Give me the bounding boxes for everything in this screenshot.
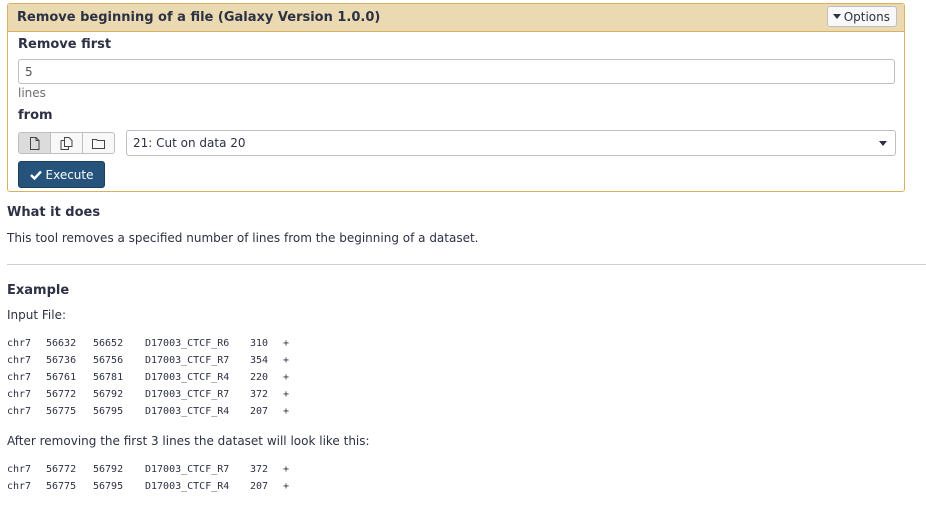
files-icon	[60, 136, 73, 150]
table-row: chr7 56772 56792 D17003_CTCF_R7 372 +	[7, 464, 290, 475]
options-button[interactable]: Options	[826, 6, 897, 27]
what-it-does-heading: What it does	[7, 205, 101, 220]
tool-form-panel: Remove beginning of a file (Galaxy Versi…	[7, 3, 905, 192]
table-row: chr7 56632 56652 D17003_CTCF_R6 310 +	[7, 338, 290, 349]
example-heading: Example	[7, 283, 70, 298]
tool-description: This tool removes a specified number of …	[7, 231, 479, 245]
caret-down-icon	[879, 141, 887, 146]
table-row: chr7 56775 56795 D17003_CTCF_R4 207 +	[7, 406, 290, 417]
dataset-source-buttons	[18, 132, 115, 154]
execute-label: Execute	[45, 167, 94, 182]
remove-first-input[interactable]: 5	[18, 59, 895, 84]
table-row: chr7 56772 56792 D17003_CTCF_R7 372 +	[7, 389, 290, 400]
collection-button[interactable]	[82, 132, 115, 154]
input-file-label: Input File:	[7, 308, 67, 322]
remove-first-help: lines	[18, 86, 46, 100]
options-label: Options	[843, 9, 890, 24]
table-row: chr7 56736 56756 D17003_CTCF_R7 354 +	[7, 355, 290, 366]
after-removing-label: After removing the first 3 lines the dat…	[7, 434, 370, 448]
dataset-select[interactable]: 21: Cut on data 20	[126, 130, 896, 156]
help-divider	[7, 264, 926, 265]
folder-icon	[92, 138, 105, 149]
caret-down-icon	[832, 14, 841, 19]
table-row: chr7 56761 56781 D17003_CTCF_R4 220 +	[7, 372, 290, 383]
file-icon	[30, 136, 40, 150]
from-label: from	[18, 108, 53, 123]
multiple-datasets-button[interactable]	[50, 132, 83, 154]
input-file-block: chr7 56632 56652 D17003_CTCF_R6 310 + chr7 567…	[7, 335, 295, 420]
execute-button[interactable]: Execute	[18, 161, 105, 188]
tool-title: Remove beginning of a file (Galaxy Versi…	[17, 10, 381, 25]
table-row: chr7 56775 56795 D17003_CTCF_R4 207 +	[7, 481, 290, 492]
dataset-select-value: 21: Cut on data 20	[133, 136, 246, 150]
output-file-block: chr7 56772 56792 D17003_CTCF_R7 372 + chr7 567…	[7, 461, 295, 495]
single-dataset-button[interactable]	[18, 132, 51, 154]
check-icon	[29, 170, 42, 180]
tool-header: Remove beginning of a file (Galaxy Versi…	[8, 4, 904, 32]
remove-first-label: Remove first	[18, 37, 112, 52]
